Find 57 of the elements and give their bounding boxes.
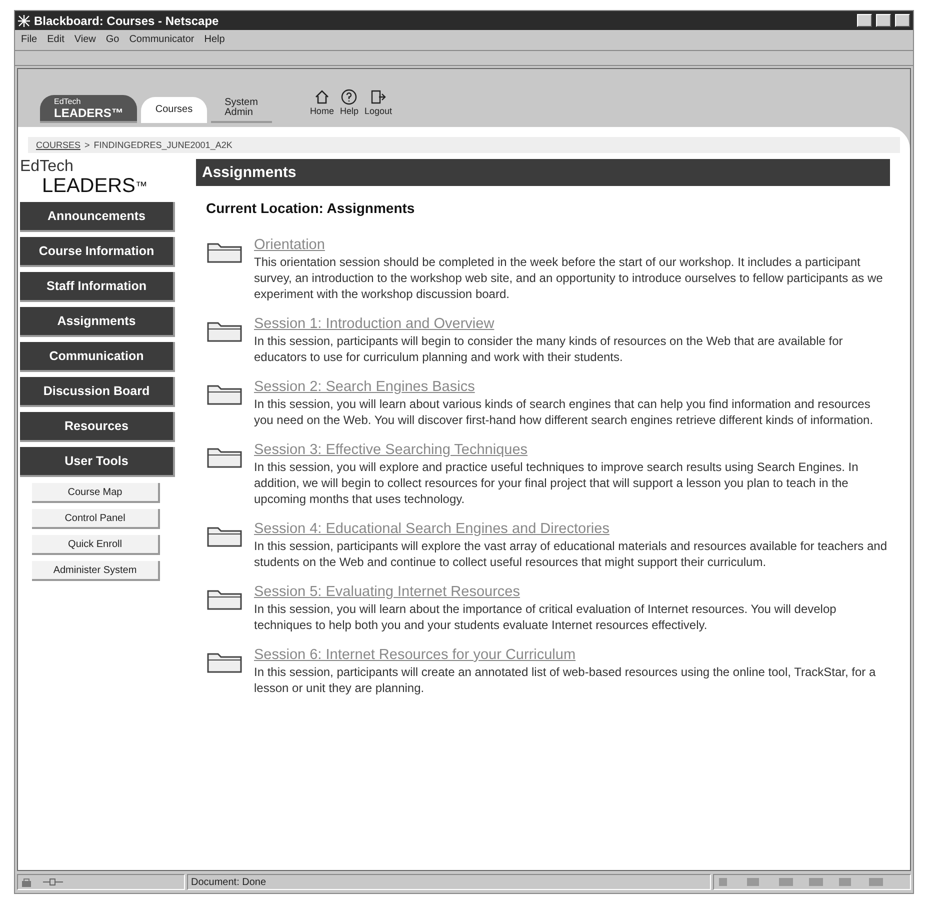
toolbar-button[interactable]: Logout xyxy=(364,88,392,116)
nav-button[interactable]: Discussion Board xyxy=(20,377,175,407)
current-location: Current Location: Assignments xyxy=(206,200,416,216)
logo-text: LEADERS xyxy=(42,175,136,197)
assignment-link[interactable]: Orientation xyxy=(254,236,890,254)
plug-icon xyxy=(43,878,63,886)
app-icon xyxy=(18,14,30,26)
assignment-link[interactable]: Session 1: Introduction and Overview xyxy=(254,315,890,333)
menu-item[interactable]: Go xyxy=(106,34,120,44)
tool-button[interactable]: Control Panel xyxy=(32,509,160,529)
menu-item[interactable]: File xyxy=(21,34,38,44)
nav-button[interactable]: Resources xyxy=(20,412,175,442)
close-button[interactable] xyxy=(895,14,910,27)
menu-item[interactable]: Communicator xyxy=(129,34,194,44)
lock-icon xyxy=(21,877,33,887)
breadcrumb-link[interactable]: COURSES xyxy=(36,140,81,150)
toolbar-button[interactable]: Home xyxy=(310,88,334,116)
nav-button[interactable]: Course Information xyxy=(20,237,175,267)
house-icon xyxy=(314,88,330,104)
assignment-description: In this session, you will learn about the importance of critical evaluation of Internet resources. You will develop techniques to help both you and your students evaluate Internet resources effectively. xyxy=(254,601,838,633)
nav-button[interactable]: Staff Information xyxy=(20,272,175,302)
assignment-description: In this session, you will explore and practice useful techniques to improve search results using Search Engines. In addition, we will begin to collect resources for your final project that will support a lesson you plan to teach in the upcoming months that uses technology. xyxy=(254,459,860,507)
assignment-description: This orientation session should be completed in the week before the start of our workshop. It includes a participant survey, an introduction to the workshop web site, and an opportunity to introduce ourselves to fellow participants as we experiment with the workshop discussion board. xyxy=(254,254,884,302)
nav-button[interactable]: Announcements xyxy=(20,202,175,232)
window-title: Blackboard: Courses - Netscape xyxy=(34,14,220,28)
tool-button[interactable]: Course Map xyxy=(32,483,160,503)
assignment-description: In this session, participants will explore the vast array of educational materials and resources available for teachers and students on the Web and continue to collect useful resources that might support their curriculum. xyxy=(254,538,888,570)
menu-item[interactable]: View xyxy=(74,34,96,44)
assignment-description: In this session, participants will create an annotated list of web-based resources using the online tool, TrackStar, for a lesson or unit they are planning. xyxy=(254,664,877,696)
assignment-link[interactable]: Session 2: Search Engines Basics xyxy=(254,378,890,396)
tool-button[interactable]: Quick Enroll xyxy=(32,535,160,555)
nav-button[interactable]: Assignments xyxy=(20,307,175,337)
menu-item[interactable]: Edit xyxy=(47,34,64,44)
trademark-sign: ™ xyxy=(135,178,148,195)
assignment-link[interactable]: Session 6: Internet Resources for your Curriculum xyxy=(254,646,890,664)
assignment-link[interactable]: Session 5: Evaluating Internet Resources xyxy=(254,583,890,601)
assignment-link[interactable]: Session 4: Educational Search Engines and Directories xyxy=(254,520,890,538)
toolbar-button[interactable]: Help xyxy=(340,88,358,116)
breadcrumb-current: FINDINGEDRES_JUNE2001_A2K xyxy=(94,140,232,150)
breadcrumb-separator: > xyxy=(84,140,90,150)
assignment-description: In this session, you will learn about various kinds of search engines that can help you find information and resources you need on the Web. You will discover first-hand how different search engines retrieve different kinds of information. xyxy=(254,396,874,428)
tab[interactable]: System Admin xyxy=(210,95,272,123)
tool-button[interactable]: Administer System xyxy=(32,561,160,581)
menu-item[interactable]: Help xyxy=(204,34,225,44)
door-arrow-icon xyxy=(370,88,386,104)
status-text: Document: Done xyxy=(191,876,266,888)
nav-button[interactable]: Communication xyxy=(20,342,175,372)
tab[interactable]: Courses xyxy=(141,97,207,123)
assignment-description: In this session, participants will begin to consider the many kinds of resources on the Web that are available for educators to use for curriculum planning and work with their students. xyxy=(254,333,844,365)
maximize-button[interactable] xyxy=(876,14,891,27)
assignment-link[interactable]: Session 3: Effective Searching Techniques xyxy=(254,441,890,459)
minimize-button[interactable] xyxy=(857,14,872,27)
nav-button[interactable]: User Tools xyxy=(20,447,175,477)
section-heading: Assignments xyxy=(196,159,890,186)
help-icon xyxy=(341,88,358,104)
logo-text: EdTech xyxy=(20,159,74,175)
tab[interactable]: EdTech LEADERS™ xyxy=(40,95,138,123)
